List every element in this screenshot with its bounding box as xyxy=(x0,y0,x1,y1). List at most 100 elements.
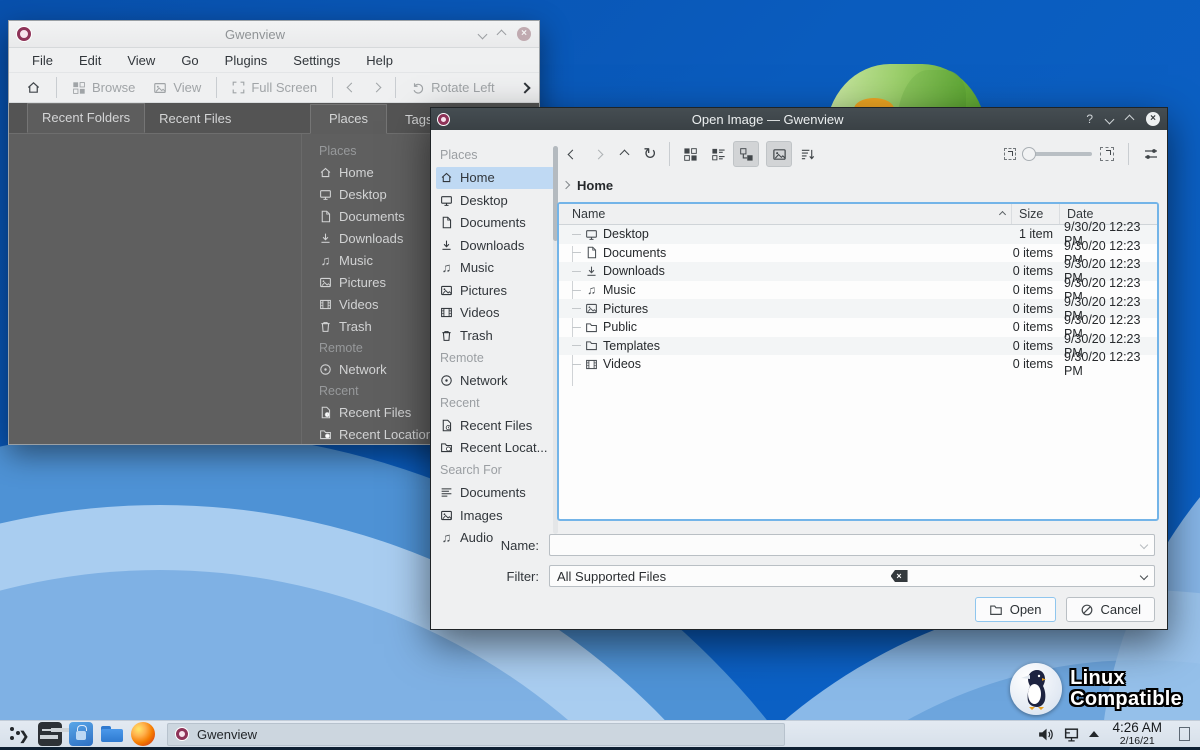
open-image-dialog[interactable]: Open Image — Gwenview ? × ↻ xyxy=(430,107,1168,630)
desktop-leaf-graphic xyxy=(826,60,986,110)
forward-button[interactable] xyxy=(364,75,389,101)
column-size[interactable]: Size xyxy=(1011,204,1059,224)
help-icon[interactable]: ? xyxy=(1086,112,1093,126)
desktop: Gwenview × File Edit View Go Plugins Set… xyxy=(0,0,1200,750)
column-name[interactable]: Name xyxy=(559,207,1011,221)
place-network[interactable]: Network xyxy=(436,369,554,392)
name-input[interactable] xyxy=(549,534,1155,556)
tab-places[interactable]: Places xyxy=(310,104,387,134)
menubar: File Edit View Go Plugins Settings Help xyxy=(9,48,539,73)
file-list[interactable]: Name Size Date Desktop1 item9/30/20 12:2… xyxy=(557,202,1159,521)
place-desktop[interactable]: Desktop xyxy=(436,189,554,212)
firefox-icon[interactable] xyxy=(131,722,155,746)
search-images[interactable]: Images xyxy=(436,504,554,527)
zoom-slider[interactable] xyxy=(1024,152,1092,156)
filter-select[interactable]: All Supported Files × xyxy=(549,565,1155,587)
network-icon[interactable] xyxy=(1063,726,1080,743)
preview-button[interactable] xyxy=(766,141,792,167)
task-button-gwenview[interactable]: Gwenview xyxy=(167,723,785,746)
back-button[interactable] xyxy=(339,75,364,101)
back-button[interactable] xyxy=(559,141,585,167)
forward-button[interactable] xyxy=(585,141,611,167)
toolbar-overflow-icon[interactable] xyxy=(521,79,531,96)
menu-file[interactable]: File xyxy=(19,53,66,68)
volume-icon[interactable] xyxy=(1037,726,1054,743)
tree-view-button[interactable] xyxy=(733,141,759,167)
music-note-icon: ♫ xyxy=(585,283,598,297)
maximize-icon[interactable] xyxy=(497,29,507,39)
menu-view[interactable]: View xyxy=(114,53,168,68)
breadcrumb-home[interactable]: Home xyxy=(577,178,613,193)
chevron-right-icon xyxy=(562,181,570,189)
linux-compatible-watermark: Linux Compatible xyxy=(1010,663,1182,715)
zoom-in-icon[interactable] xyxy=(1100,147,1114,161)
system-settings-icon[interactable] xyxy=(38,722,62,746)
filter-value: All Supported Files xyxy=(557,569,666,584)
close-icon[interactable]: × xyxy=(517,27,531,41)
show-desktop-button[interactable] xyxy=(1179,727,1190,741)
sort-button[interactable] xyxy=(794,141,820,167)
place-music[interactable]: ♫Music xyxy=(436,257,554,280)
close-icon[interactable]: × xyxy=(1146,112,1160,126)
home-button[interactable] xyxy=(17,75,50,101)
tab-recent-folders[interactable]: Recent Folders xyxy=(27,103,145,133)
place-pictures[interactable]: Pictures xyxy=(436,279,554,302)
clear-filter-icon[interactable]: × xyxy=(891,570,908,582)
menu-edit[interactable]: Edit xyxy=(66,53,114,68)
cancel-button[interactable]: Cancel xyxy=(1066,597,1155,622)
open-button[interactable]: Open xyxy=(975,597,1056,622)
fullscreen-button[interactable]: Full Screen xyxy=(223,75,326,101)
chevron-down-icon[interactable] xyxy=(1140,572,1148,580)
zoom-slider-knob[interactable] xyxy=(1022,147,1036,161)
icon-view-button[interactable] xyxy=(677,141,703,167)
zoom-out-icon[interactable] xyxy=(1004,148,1016,160)
place-documents[interactable]: Documents xyxy=(436,212,554,235)
place-home[interactable]: Home xyxy=(436,167,554,190)
search-documents[interactable]: Documents xyxy=(436,482,554,505)
gwenview-logo-icon xyxy=(17,27,31,41)
section-header: Recent xyxy=(436,392,554,415)
minimize-icon[interactable] xyxy=(478,29,488,39)
name-label: Name: xyxy=(431,538,549,553)
system-tray: 4:26 AM 2/16/21 xyxy=(1037,721,1200,746)
menu-settings[interactable]: Settings xyxy=(280,53,353,68)
place-recent-locations[interactable]: Recent Locat... xyxy=(436,437,554,460)
table-row[interactable]: Videos0 items9/30/20 12:23 PM xyxy=(559,355,1157,374)
app-launcher-icon[interactable]: ❯ xyxy=(7,722,31,746)
dialog-title: Open Image — Gwenview xyxy=(449,112,1086,127)
place-videos[interactable]: Videos xyxy=(436,302,554,325)
clock[interactable]: 4:26 AM 2/16/21 xyxy=(1112,721,1162,746)
options-icon[interactable] xyxy=(1143,145,1159,163)
menu-go[interactable]: Go xyxy=(168,53,211,68)
menu-help[interactable]: Help xyxy=(353,53,406,68)
dialog-toolbar: ↻ xyxy=(559,138,1159,170)
window-title: Gwenview xyxy=(31,27,479,42)
penguin-icon xyxy=(1010,663,1062,715)
browse-button[interactable]: Browse xyxy=(63,75,144,101)
dialog-places-panel: Places Home Desktop Documents Downloads … xyxy=(436,144,554,536)
tray-expand-icon[interactable] xyxy=(1089,731,1099,737)
sort-ascending-icon xyxy=(999,210,1006,217)
place-trash[interactable]: Trash xyxy=(436,324,554,347)
music-note-icon: ♫ xyxy=(440,260,453,275)
reload-button[interactable]: ↻ xyxy=(637,141,663,167)
detail-view-button[interactable] xyxy=(705,141,731,167)
place-downloads[interactable]: Downloads xyxy=(436,234,554,257)
minimize-icon[interactable] xyxy=(1105,114,1115,124)
filter-label: Filter: xyxy=(431,569,549,584)
discover-icon[interactable] xyxy=(69,722,93,746)
section-header: Remote xyxy=(436,347,554,370)
place-recent-files[interactable]: Recent Files xyxy=(436,414,554,437)
section-header: Search For xyxy=(436,459,554,482)
rotate-left-button[interactable]: Rotate Left xyxy=(402,75,504,101)
dialog-titlebar[interactable]: Open Image — Gwenview ? × xyxy=(431,108,1167,130)
maximize-icon[interactable] xyxy=(1125,114,1135,124)
view-button[interactable]: View xyxy=(144,75,210,101)
menu-plugins[interactable]: Plugins xyxy=(212,53,281,68)
file-manager-icon[interactable] xyxy=(100,722,124,746)
up-button[interactable] xyxy=(611,141,637,167)
tab-recent-files[interactable]: Recent Files xyxy=(145,105,245,133)
gwenview-titlebar[interactable]: Gwenview × xyxy=(9,21,539,48)
breadcrumb[interactable]: Home xyxy=(563,176,613,194)
chevron-down-icon[interactable] xyxy=(1140,541,1148,549)
